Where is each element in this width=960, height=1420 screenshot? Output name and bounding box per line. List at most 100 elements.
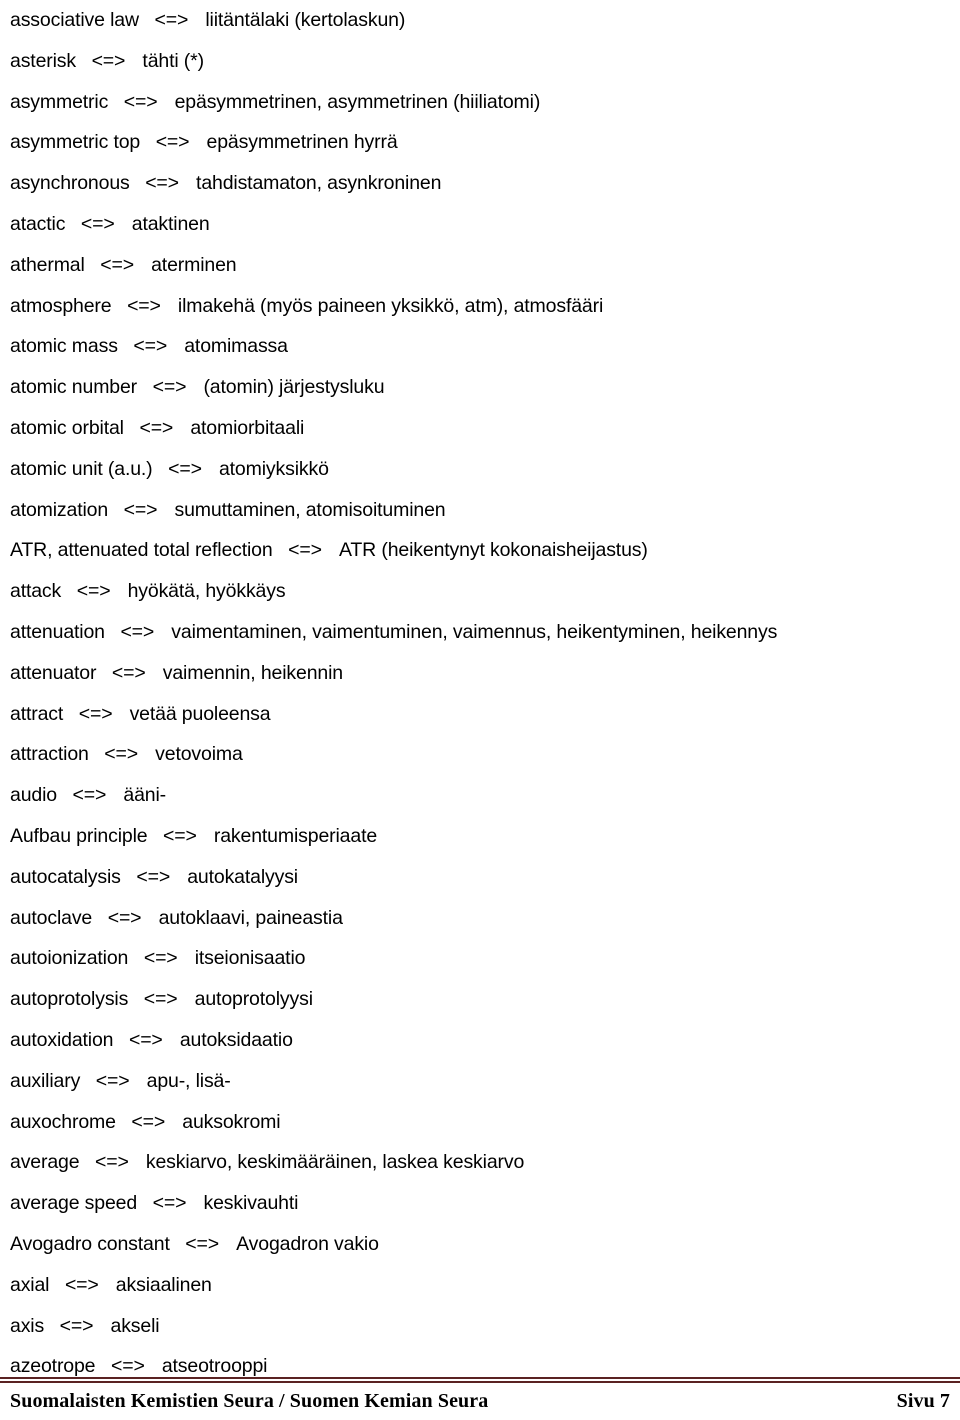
entry-equivalence-arrow: <=> xyxy=(59,1314,94,1337)
glossary-entry: atomic mass <=> atomimassa xyxy=(10,326,956,367)
glossary-entry-list: associative law <=> liitäntälaki (kertolas… xyxy=(10,0,956,1387)
entry-translation: tahdistamaton, asynkroninen xyxy=(196,172,442,195)
entry-equivalence-arrow: <=> xyxy=(111,661,146,684)
entry-equivalence-arrow: <=> xyxy=(95,1151,129,1174)
entry-translation: atomiorbitaali xyxy=(190,416,305,439)
entry-equivalence-arrow: <=> xyxy=(95,1069,130,1092)
glossary-entry: axis <=> akseli xyxy=(10,1306,956,1347)
entry-equivalence-arrow: <=> xyxy=(76,580,111,603)
glossary-entry: Aufbau principle <=> rakentumisperiaate xyxy=(10,816,956,857)
glossary-entry: autocatalysis <=> autokatalyysi xyxy=(10,857,956,898)
entry-equivalence-arrow: <=> xyxy=(78,702,113,725)
glossary-entry: Avogadro constant <=> Avogadron vakio xyxy=(10,1224,956,1265)
entry-equivalence-arrow: <=> xyxy=(72,784,107,807)
entry-term: associative law xyxy=(10,9,139,31)
glossary-entry: asymmetric <=> epäsymmetrinen, asymmetrine… xyxy=(10,82,956,123)
entry-term: autoxidation xyxy=(10,1028,114,1051)
entry-term: attenuation xyxy=(10,620,105,643)
glossary-entry: attack <=> hyökätä, hyökkäys xyxy=(10,571,956,612)
entry-term: asymmetric xyxy=(10,90,109,113)
entry-equivalence-arrow: <=> xyxy=(154,9,189,31)
entry-equivalence-arrow: <=> xyxy=(155,131,190,154)
glossary-entry: asymmetric top <=> epäsymmetrinen hyrrä xyxy=(10,122,956,163)
entry-translation: atseotrooppi xyxy=(161,1355,268,1378)
glossary-entry: atomic orbital <=> atomiorbitaali xyxy=(10,408,956,449)
entry-equivalence-arrow: <=> xyxy=(64,1273,99,1296)
entry-translation: Avogadron vakio xyxy=(236,1232,379,1255)
entry-term: average speed xyxy=(10,1192,138,1215)
entry-equivalence-arrow: <=> xyxy=(185,1232,220,1255)
entry-translation: ääni- xyxy=(123,784,167,807)
entry-translation: liitäntälaki (kertolaskun) xyxy=(205,9,406,31)
entry-term: average xyxy=(10,1151,80,1174)
entry-translation: epäsymmetrinen hyrrä xyxy=(206,131,398,154)
glossary-entry: atomization <=> sumuttaminen, atomisoitumi… xyxy=(10,490,956,531)
glossary-entry: audio <=> ääni- xyxy=(10,775,956,816)
entry-equivalence-arrow: <=> xyxy=(123,90,158,113)
entry-term: atmosphere xyxy=(10,294,112,317)
entry-term: asynchronous xyxy=(10,172,130,195)
entry-equivalence-arrow: <=> xyxy=(139,416,174,439)
entry-equivalence-arrow: <=> xyxy=(131,1110,166,1133)
entry-term: azeotrope xyxy=(10,1355,96,1378)
entry-equivalence-arrow: <=> xyxy=(123,498,158,521)
glossary-entry: autoionization <=> itseionisaatio xyxy=(10,938,956,979)
entry-term: ATR, attenuated total reflection xyxy=(10,539,273,562)
entry-translation: vaimennin, heikennin xyxy=(162,661,343,684)
entry-term: autoclave xyxy=(10,906,93,929)
page-footer: Suomalaisten Kemistien Seura / Suomen Ke… xyxy=(10,1390,950,1413)
glossary-entry: autoprotolysis <=> autoprotolyysi xyxy=(10,979,956,1020)
entry-translation: epäsymmetrinen, asymmetrinen (hiiliatomi… xyxy=(174,90,541,113)
glossary-entry: auxochrome <=> auksokromi xyxy=(10,1102,956,1143)
entry-term: attenuator xyxy=(10,661,97,684)
glossary-entry: autoxidation <=> autoksidaatio xyxy=(10,1020,956,1061)
entry-term: asterisk xyxy=(10,49,76,72)
entry-equivalence-arrow: <=> xyxy=(91,49,126,72)
entry-equivalence-arrow: <=> xyxy=(143,947,178,970)
glossary-entry: ATR, attenuated total reflection <=> ATR (… xyxy=(10,530,956,571)
entry-equivalence-arrow: <=> xyxy=(110,1355,145,1378)
glossary-entry: attenuator <=> vaimennin, heikennin xyxy=(10,653,956,694)
glossary-entry: atmosphere <=> ilmakehä (myös paineen yksi… xyxy=(10,286,956,327)
glossary-entry: attraction <=> vetovoima xyxy=(10,734,956,775)
entry-term: autoprotolysis xyxy=(10,988,129,1011)
entry-term: Avogadro constant xyxy=(10,1232,170,1255)
entry-translation: autoprotolyysi xyxy=(194,988,313,1011)
glossary-entry: average speed <=> keskivauhti xyxy=(10,1183,956,1224)
glossary-entry: atomic number <=> (atomin) järjestysluku xyxy=(10,367,956,408)
glossary-entry: auxiliary <=> apu-, lisä- xyxy=(10,1061,956,1102)
entry-translation: keskivauhti xyxy=(203,1192,299,1215)
entry-translation: autoksidaatio xyxy=(179,1028,293,1051)
entry-equivalence-arrow: <=> xyxy=(104,743,139,766)
entry-equivalence-arrow: <=> xyxy=(80,212,115,235)
entry-equivalence-arrow: <=> xyxy=(127,294,161,317)
entry-translation: rakentumisperiaate xyxy=(213,824,378,847)
glossary-entry: atactic <=> ataktinen xyxy=(10,204,956,245)
document-page: associative law <=> liitäntälaki (kertolas… xyxy=(0,0,960,1420)
entry-equivalence-arrow: <=> xyxy=(128,1028,163,1051)
glossary-entry: average <=> keskiarvo, keskimääräinen, las… xyxy=(10,1142,956,1183)
entry-term: attraction xyxy=(10,743,89,766)
entry-equivalence-arrow: <=> xyxy=(152,1192,187,1215)
entry-translation: tähti (*) xyxy=(142,49,204,72)
entry-equivalence-arrow: <=> xyxy=(152,376,187,399)
glossary-entry: asynchronous <=> tahdistamaton, asynkronin… xyxy=(10,163,956,204)
entry-term: atomic unit (a.u.) xyxy=(10,457,153,480)
entry-equivalence-arrow: <=> xyxy=(168,457,202,480)
entry-equivalence-arrow: <=> xyxy=(107,906,142,929)
glossary-entry: asterisk <=> tähti (*) xyxy=(10,41,956,82)
glossary-entry: autoclave <=> autoklaavi, paineastia xyxy=(10,898,956,939)
entry-translation: ataktinen xyxy=(131,212,210,235)
entry-translation: auksokromi xyxy=(182,1110,281,1133)
entry-equivalence-arrow: <=> xyxy=(100,253,134,276)
entry-term: atomic orbital xyxy=(10,416,124,439)
entry-term: axial xyxy=(10,1273,50,1296)
entry-equivalence-arrow: <=> xyxy=(133,335,168,358)
footer-page-number: Sivu 7 xyxy=(896,1390,950,1412)
glossary-entry: associative law <=> liitäntälaki (kertolas… xyxy=(10,0,956,41)
entry-term: atomic mass xyxy=(10,335,118,358)
entry-term: attack xyxy=(10,580,62,603)
entry-translation: vaimentaminen, vaimentuminen, vaimennus,… xyxy=(171,620,778,643)
entry-translation: itseionisaatio xyxy=(194,947,306,970)
glossary-entry: attenuation <=> vaimentaminen, vaimentumin… xyxy=(10,612,956,653)
